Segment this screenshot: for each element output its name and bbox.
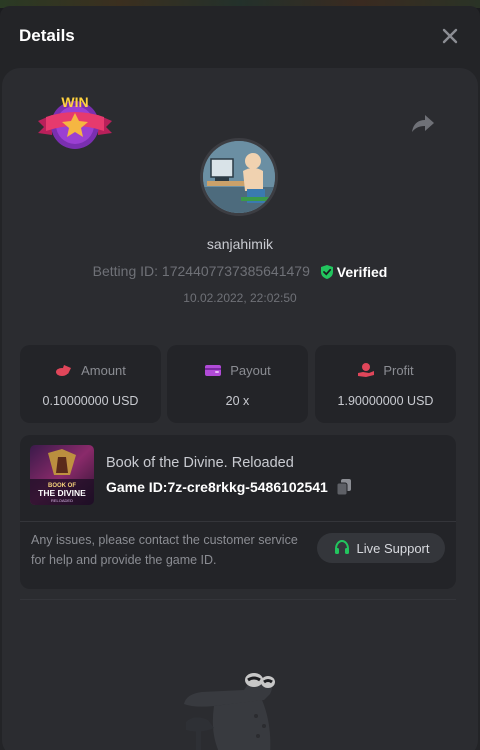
- hand-coin-icon: [358, 363, 375, 377]
- stat-amount: Amount 0.10000000 USD: [20, 345, 161, 423]
- close-icon[interactable]: [438, 24, 462, 48]
- details-modal: Details WIN sanjahimik Betting ID: 17244…: [0, 6, 480, 750]
- shield-check-icon: [320, 265, 333, 280]
- game-title[interactable]: Book of the Divine. Reloaded: [106, 455, 294, 471]
- stat-profit: Profit 1.90000000 USD: [315, 345, 456, 423]
- username: sanjahimik: [206, 236, 274, 252]
- bet-details-card: WIN sanjahimik Betting ID: 1724407737385…: [2, 68, 478, 750]
- stat-payout: Payout 20 x: [167, 345, 308, 423]
- game-thumbnail[interactable]: BOOK OF THE DIVINE RELOADED: [30, 445, 94, 505]
- win-badge-icon: WIN: [38, 94, 112, 149]
- modal-header: Details: [0, 6, 480, 68]
- verified-badge: Verified: [320, 264, 388, 281]
- share-icon[interactable]: [410, 112, 436, 134]
- support-message: Any issues, please contact the customer …: [31, 533, 298, 567]
- game-id-row: Game ID:7z-cre8rkkg-5486102541: [106, 478, 352, 496]
- bet-timestamp: 10.02.2022, 22:02:50: [183, 291, 297, 305]
- game-thumb-line-2: THE DIVINE: [38, 488, 86, 498]
- verified-label: Verified: [336, 264, 388, 281]
- game-id-label: Game ID:: [106, 479, 168, 495]
- betting-id-value: 1724407737385641479: [161, 263, 310, 279]
- live-support-button[interactable]: Live Support: [317, 533, 445, 563]
- game-thumb-line-3: RELOADED: [51, 498, 73, 503]
- crocodile-mascot-icon: [184, 673, 275, 750]
- stat-payout-label: Payout: [230, 362, 271, 378]
- avatar: [200, 138, 278, 216]
- stat-amount-label: Amount: [81, 362, 126, 378]
- modal-title: Details: [19, 26, 75, 45]
- headset-icon: [334, 539, 349, 554]
- game-id-value: 7z-cre8rkkg-5486102541: [167, 479, 328, 495]
- divider: [20, 521, 456, 522]
- stat-profit-value: 1.90000000 USD: [337, 394, 434, 408]
- betting-id-row: Betting ID: 1724407737385641479 Verified: [2, 263, 478, 280]
- stat-profit-label: Profit: [383, 362, 414, 378]
- stat-payout-value: 20 x: [225, 394, 250, 408]
- copy-icon[interactable]: [336, 478, 352, 496]
- stat-amount-value: 0.10000000 USD: [42, 394, 139, 408]
- betting-id-label: Betting ID:: [92, 263, 159, 279]
- win-badge-text: WIN: [61, 94, 88, 110]
- coins-icon: [56, 365, 72, 376]
- game-info-box: BOOK OF THE DIVINE RELOADED Book of the …: [20, 435, 456, 589]
- wallet-icon: [205, 365, 222, 376]
- live-support-label: Live Support: [356, 540, 430, 556]
- divider: [20, 599, 456, 600]
- stats-row: Amount 0.10000000 USD Payout 20 x Profit…: [20, 345, 456, 423]
